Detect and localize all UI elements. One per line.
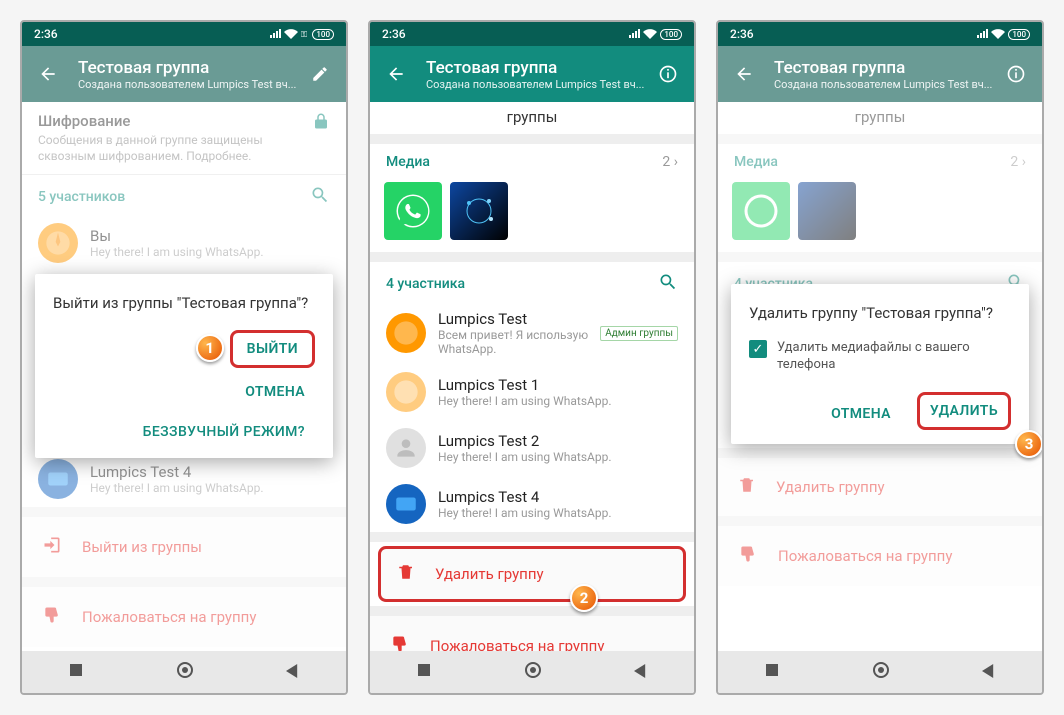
member-name: Lumpics Test 1 [438,376,678,394]
cancel-button[interactable]: ОТМЕНА [821,398,901,430]
member-status: Hey there! I am using WhatsApp. [438,394,678,408]
delete-group-label: Удалить группу [435,565,544,583]
media-thumb[interactable] [384,182,442,240]
step-badge-2: 2 [570,584,598,612]
avatar [386,428,426,468]
nav-recent-icon[interactable] [416,662,432,682]
step-badge-3: 3 [1015,430,1043,458]
app-bar: Тестовая группа Создана пользователем Lu… [370,46,694,102]
checkbox-icon[interactable]: ✓ [749,340,767,358]
step-badge-1: 1 [196,334,224,362]
media-row-header[interactable]: Медиа 2 › [370,144,694,176]
group-subtitle: Создана пользователем Lumpics Test вч... [426,78,650,91]
list-item[interactable]: Lumpics Test 2 Hey there! I am using Wha… [370,420,694,476]
screen-3: 2:36 100 Тестовая группа Создана пользов… [716,20,1044,695]
exit-button[interactable]: ВЫЙТИ [230,330,315,368]
delete-media-checkbox-row[interactable]: ✓ Удалить медиафайлы с вашего телефона [749,340,1011,374]
media-thumb[interactable] [450,182,508,240]
report-group-label: Пожаловаться на группу [430,637,604,651]
member-status: Всем привет! Я использую WhatsApp. [438,328,588,356]
member-name: Lumpics Test 4 [438,488,678,506]
dialog-question: Удалить группу "Тестовая группа"? [749,304,1011,322]
list-item[interactable]: Lumpics Test 1 Hey there! I am using Wha… [370,364,694,420]
cancel-button[interactable]: ОТМЕНА [235,376,315,408]
search-icon[interactable] [658,272,678,296]
member-name: Lumpics Test [438,310,588,328]
member-status: Hey there! I am using WhatsApp. [438,506,678,520]
nav-home-icon[interactable] [524,661,542,683]
dialog-backdrop: Выйти из группы "Тестовая группа"? ВЫЙТИ… [22,22,346,693]
trash-icon [397,563,415,585]
list-item[interactable]: Lumpics Test Всем привет! Я использую Wh… [370,302,694,364]
screen-1: 2:36 ⚿ 100 Тестовая группа Создана польз… [20,20,348,695]
dialog-backdrop: Удалить группу "Тестовая группа"? ✓ Удал… [718,22,1042,693]
partial-header: группы [370,102,694,134]
nav-back-icon[interactable] [634,663,648,682]
member-name: Lumpics Test 2 [438,432,678,450]
exit-dialog: Выйти из группы "Тестовая группа"? ВЫЙТИ… [35,274,333,458]
dialog-question: Выйти из группы "Тестовая группа"? [53,294,315,312]
member-status: Hey there! I am using WhatsApp. [438,450,678,464]
avatar [386,313,426,353]
content: группы Медиа 2 › 4 участника L [370,102,694,651]
members-label: 4 участника [386,276,465,292]
group-title: Тестовая группа [426,58,650,78]
avatar [386,484,426,524]
status-icons: 100 [628,29,682,40]
delete-group-row[interactable]: Удалить группу [378,546,686,602]
admin-badge: Админ группы [600,326,678,341]
delete-button[interactable]: УДАЛИТЬ [917,392,1011,430]
back-icon[interactable] [378,56,414,92]
mute-button[interactable]: БЕЗЗВУЧНЫЙ РЕЖИМ? [133,416,315,448]
info-icon[interactable] [650,56,686,92]
thumbs-down-icon [390,634,410,651]
list-item[interactable]: Lumpics Test 4 Hey there! I am using Wha… [370,476,694,532]
media-label: Медиа [386,154,430,170]
status-time: 2:36 [382,27,406,41]
report-group-row[interactable]: Пожаловаться на группу [370,616,694,651]
status-bar: 2:36 100 [370,22,694,46]
android-nav [370,651,694,693]
avatar [386,372,426,412]
delete-dialog: Удалить группу "Тестовая группа"? ✓ Удал… [731,284,1029,444]
media-count: 2 › [662,154,678,170]
checkbox-label: Удалить медиафайлы с вашего телефона [777,340,1011,374]
screen-2: 2:36 100 Тестовая группа Создана пользов… [368,20,696,695]
